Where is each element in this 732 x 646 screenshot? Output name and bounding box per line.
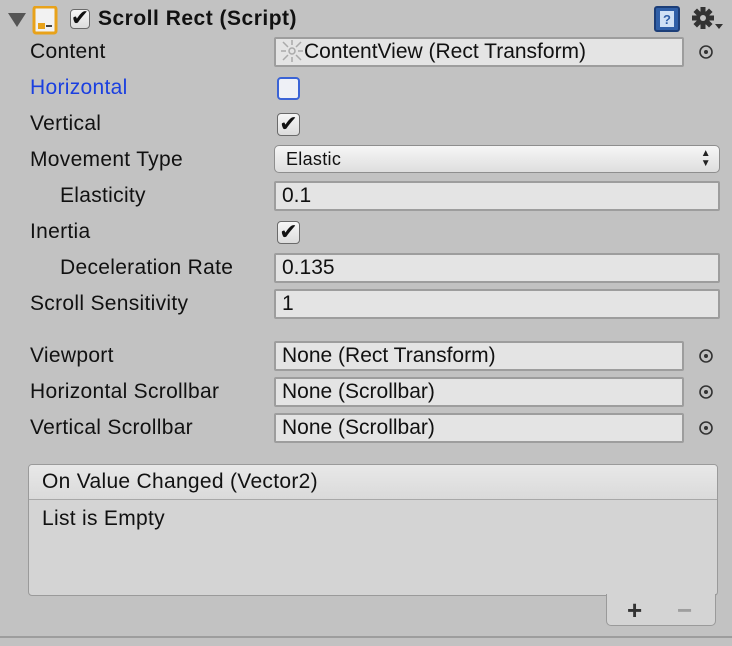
rect-transform-icon <box>281 40 303 62</box>
horizontal-scrollbar-picker-icon[interactable] <box>698 384 714 400</box>
movement-type-dropdown[interactable]: Elastic ▲ ▼ <box>274 145 720 173</box>
deceleration-rate-field[interactable]: 0.135 <box>274 253 720 283</box>
content-label: Content <box>30 40 106 63</box>
object-picker-icon[interactable] <box>698 44 714 60</box>
vertical-scrollbar-picker-icon[interactable] <box>698 420 714 436</box>
scroll-sensitivity-field[interactable]: 1 <box>274 289 720 319</box>
horizontal-label: Horizontal <box>30 76 128 99</box>
deceleration-rate-label: Deceleration Rate <box>60 256 234 279</box>
remove-listener-button[interactable]: − <box>677 596 692 624</box>
add-listener-button[interactable]: + <box>627 596 642 624</box>
gear-icon[interactable] <box>690 5 724 33</box>
horizontal-checkbox[interactable] <box>277 77 300 100</box>
elasticity-label: Elasticity <box>60 184 146 207</box>
content-field[interactable]: ContentView (Rect Transform) <box>274 37 684 67</box>
component-header: ✔ Scroll Rect (Script) ? <box>0 0 732 38</box>
elasticity-field[interactable]: 0.1 <box>274 181 720 211</box>
horizontal-scrollbar-field[interactable]: None (Scrollbar) <box>274 377 684 407</box>
event-empty-text: List is Empty <box>42 507 165 530</box>
help-book-icon[interactable]: ? <box>654 6 680 32</box>
on-value-changed-event: On Value Changed (Vector2) List is Empty <box>28 464 718 596</box>
svg-text:?: ? <box>663 12 671 27</box>
inertia-checkmark: ✔ <box>279 218 298 244</box>
component-title: Scroll Rect (Script) <box>98 7 298 30</box>
event-header: On Value Changed (Vector2) <box>29 465 717 500</box>
vertical-scrollbar-field[interactable]: None (Scrollbar) <box>274 413 684 443</box>
content-value: ContentView (Rect Transform) <box>304 40 587 63</box>
vertical-checkmark: ✔ <box>279 110 298 136</box>
inertia-checkbox[interactable]: ✔ <box>277 218 300 244</box>
event-footer-buttons: + − <box>606 594 716 626</box>
foldout-triangle-icon[interactable] <box>8 13 26 27</box>
divider <box>0 636 732 638</box>
viewport-picker-icon[interactable] <box>698 348 714 364</box>
horizontal-scrollbar-label: Horizontal Scrollbar <box>30 380 220 403</box>
dropdown-arrows-icon: ▲ ▼ <box>700 148 711 169</box>
inertia-label: Inertia <box>30 220 91 243</box>
scroll-sensitivity-label: Scroll Sensitivity <box>30 292 189 315</box>
component-enabled-checkbox[interactable]: ✔ <box>70 7 90 29</box>
viewport-field[interactable]: None (Rect Transform) <box>274 341 684 371</box>
vertical-scrollbar-label: Vertical Scrollbar <box>30 416 193 439</box>
vertical-label: Vertical <box>30 112 102 135</box>
movement-type-value: Elastic <box>286 149 342 169</box>
viewport-label: Viewport <box>30 344 114 367</box>
movement-type-label: Movement Type <box>30 148 183 171</box>
vertical-checkbox[interactable]: ✔ <box>277 110 300 136</box>
script-icon <box>32 6 58 35</box>
